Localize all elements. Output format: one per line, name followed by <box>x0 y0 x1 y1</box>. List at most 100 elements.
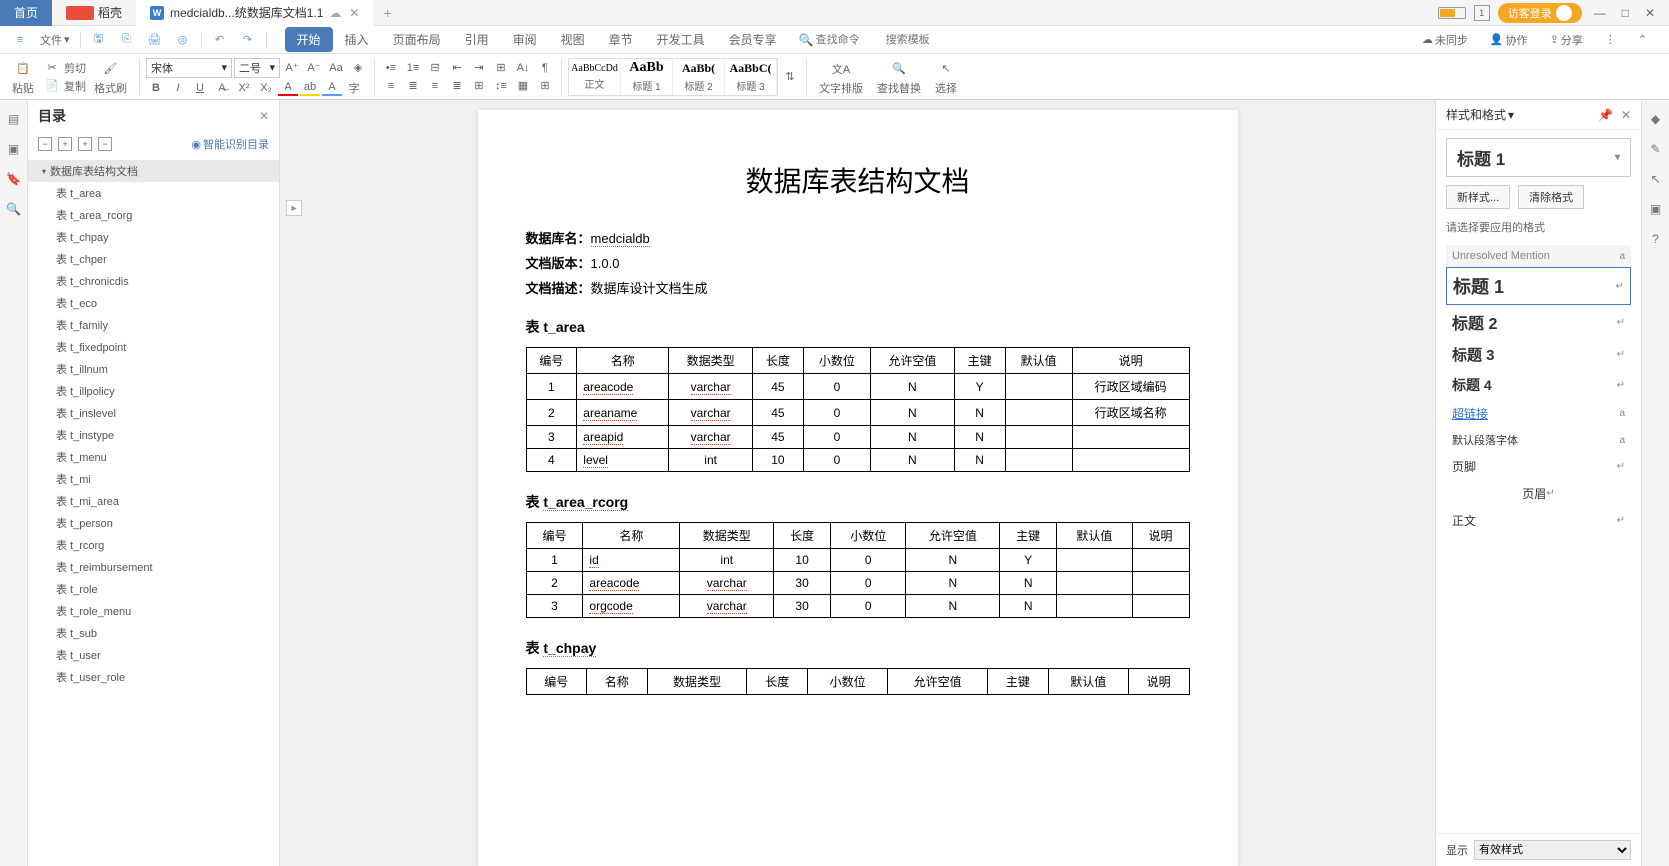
toc-expand-button[interactable]: + <box>58 137 72 151</box>
ribbon-tab-4[interactable]: 审阅 <box>501 27 549 52</box>
tab-document[interactable]: W medcialdb...统数据库文档1.1 ☁ ✕ <box>136 0 373 26</box>
print-button[interactable]: 🖨 <box>141 30 169 50</box>
toc-item[interactable]: 表 t_inslevel <box>28 402 279 424</box>
toc-item[interactable]: 表 t_chronicdis <box>28 270 279 292</box>
para-shading-button[interactable]: ▦ <box>513 78 533 94</box>
change-case-button[interactable]: Aa <box>326 60 346 76</box>
show-marks-button[interactable]: ¶ <box>535 60 555 76</box>
style-list-item[interactable]: 页脚↵ <box>1446 453 1631 480</box>
toc-item[interactable]: 表 t_chper <box>28 248 279 270</box>
subscript-button[interactable]: X₂ <box>256 80 276 96</box>
align-left-button[interactable]: ≡ <box>381 78 401 94</box>
tabs-button[interactable]: ⊞ <box>491 60 511 76</box>
style-gallery-item-3[interactable]: AaBbC(标题 3 <box>725 59 777 95</box>
line-spacing-button[interactable]: ↕≡ <box>491 78 511 94</box>
show-filter-select[interactable]: 有效样式 <box>1474 840 1631 860</box>
command-search-input[interactable] <box>816 34 876 46</box>
toc-item[interactable]: 表 t_mi_area <box>28 490 279 512</box>
cursor-icon[interactable]: ↖ <box>1647 170 1665 188</box>
new-style-button[interactable]: 新样式... <box>1446 185 1510 209</box>
toc-item[interactable]: 表 t_instype <box>28 424 279 446</box>
italic-button[interactable]: I <box>168 80 188 96</box>
find-replace-button[interactable]: 🔍 查找替换 <box>871 56 927 98</box>
outline-icon[interactable]: ▤ <box>5 110 23 128</box>
shrink-font-button[interactable]: A⁻ <box>304 60 324 76</box>
align-center-button[interactable]: ≣ <box>403 78 423 94</box>
style-gallery-item-0[interactable]: AaBbCcDd正文 <box>569 59 621 95</box>
numbering-button[interactable]: 1≡ <box>403 60 423 76</box>
ai-icon[interactable]: ◆ <box>1647 110 1665 128</box>
toc-item[interactable]: 表 t_reimbursement <box>28 556 279 578</box>
style-list-item[interactable]: 超链接a <box>1446 400 1631 427</box>
more-button[interactable]: ⋮ <box>1599 31 1622 48</box>
style-list-item[interactable]: 标题 1↵ <box>1446 267 1631 305</box>
tab-shell[interactable]: 稻壳 <box>52 0 136 26</box>
copy-button[interactable]: 📄 <box>42 78 62 94</box>
toc-item[interactable]: 表 t_chpay <box>28 226 279 248</box>
minimize-button[interactable]: — <box>1590 6 1610 20</box>
sort-button[interactable]: A↓ <box>513 60 533 76</box>
current-style-box[interactable]: 标题 1 ▾ <box>1446 138 1631 177</box>
indent-button[interactable]: ⇥ <box>469 60 489 76</box>
layers-icon[interactable]: ▣ <box>1647 200 1665 218</box>
ribbon-tab-6[interactable]: 章节 <box>597 27 645 52</box>
undo-button[interactable]: ↶ <box>206 30 234 50</box>
shading-button[interactable]: A <box>322 80 342 96</box>
underline-button[interactable]: U <box>190 80 210 96</box>
maximize-button[interactable]: □ <box>1618 6 1633 20</box>
style-gallery-item-2[interactable]: AaBb(标题 2 <box>673 59 725 95</box>
toc-item[interactable]: 表 t_sub <box>28 622 279 644</box>
font-size-combo[interactable]: 二号▾ <box>234 58 280 78</box>
ribbon-tab-1[interactable]: 插入 <box>333 27 381 52</box>
clear-style-button[interactable]: 清除格式 <box>1518 185 1584 209</box>
ribbon-tab-8[interactable]: 会员专享 <box>717 27 789 52</box>
highlight-button[interactable]: ab <box>300 80 320 96</box>
style-list-item[interactable]: Unresolved Mentiona <box>1446 245 1631 267</box>
toc-item[interactable]: 表 t_menu <box>28 446 279 468</box>
outdent-button[interactable]: ⇤ <box>447 60 467 76</box>
toc-close-button[interactable]: ✕ <box>259 109 269 123</box>
bold-button[interactable]: B <box>146 80 166 96</box>
style-strip-icon[interactable]: ✎ <box>1647 140 1665 158</box>
toc-item[interactable]: 表 t_illnum <box>28 358 279 380</box>
collapse-button[interactable]: ⌃ <box>1632 31 1653 48</box>
paste-button[interactable]: 📋 粘贴 <box>6 56 40 98</box>
slide-icon[interactable]: ▣ <box>5 140 23 158</box>
ribbon-tab-7[interactable]: 开发工具 <box>645 27 717 52</box>
toc-collapse-button[interactable]: − <box>38 137 52 151</box>
tab-home[interactable]: 首页 <box>0 0 52 26</box>
font-name-combo[interactable]: 宋体▾ <box>146 58 232 78</box>
clear-format-button[interactable]: ◈ <box>348 60 368 76</box>
help-icon[interactable]: ? <box>1647 230 1665 248</box>
style-list-item[interactable]: 标题 4↵ <box>1446 370 1631 400</box>
bookmark-icon[interactable]: 🔖 <box>5 170 23 188</box>
menu-button[interactable]: ≡ <box>6 30 34 50</box>
template-search-input[interactable] <box>886 34 946 46</box>
toc-item[interactable]: 表 t_eco <box>28 292 279 314</box>
strike-button[interactable]: A̶ <box>212 80 232 96</box>
text-layout-button[interactable]: 文A 文字排版 <box>813 56 869 98</box>
toc-item[interactable]: 表 t_illpolicy <box>28 380 279 402</box>
borders-button[interactable]: ⊞ <box>535 78 555 94</box>
document-canvas[interactable]: ▸ 数据库表结构文档 数据库名：medcialdb 文档版本：1.0.0 文档描… <box>280 100 1435 866</box>
smart-toc-button[interactable]: ◉智能识别目录 <box>191 136 269 152</box>
page-indicator-icon[interactable]: ▸ <box>286 200 302 216</box>
multilevel-button[interactable]: ⊟ <box>425 60 445 76</box>
toc-item[interactable]: 表 t_family <box>28 314 279 336</box>
search-side-icon[interactable]: 🔍 <box>5 200 23 218</box>
bullets-button[interactable]: •≡ <box>381 60 401 76</box>
coop-button[interactable]: 👤 协作 <box>1484 30 1534 50</box>
toc-item[interactable]: 表 t_user <box>28 644 279 666</box>
style-list-item[interactable]: 标题 2↵ <box>1446 305 1631 339</box>
superscript-button[interactable]: X² <box>234 80 254 96</box>
toc-item[interactable]: 表 t_person <box>28 512 279 534</box>
ribbon-tab-0[interactable]: 开始 <box>285 27 333 52</box>
toc-item[interactable]: 表 t_rcorg <box>28 534 279 556</box>
close-button[interactable]: ✕ <box>1641 6 1659 20</box>
style-gallery-item-1[interactable]: AaBb标题 1 <box>621 59 673 95</box>
style-gallery-expand[interactable]: ⇅ <box>780 69 800 85</box>
style-list-item[interactable]: 页眉↵ <box>1446 480 1631 507</box>
toc-promote-button[interactable]: + <box>78 137 92 151</box>
print-preview-button[interactable]: ◎ <box>169 30 197 50</box>
toc-demote-button[interactable]: − <box>98 137 112 151</box>
